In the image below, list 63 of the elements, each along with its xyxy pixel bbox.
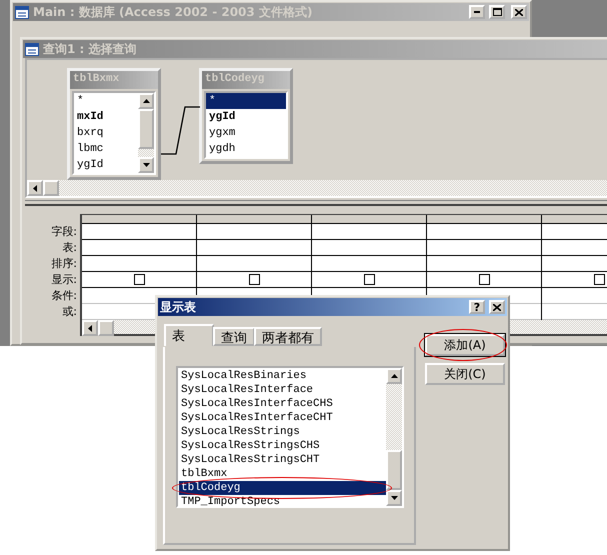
tab[interactable]: 两者都有 xyxy=(254,327,322,346)
checkbox[interactable] xyxy=(478,274,490,285)
maximize-icon xyxy=(492,8,502,16)
tab[interactable]: 查询 xyxy=(213,327,255,346)
scroll-thumb[interactable] xyxy=(138,109,154,149)
scroll-arrow-button[interactable] xyxy=(386,490,402,506)
database-icon xyxy=(15,6,29,18)
up-arrow-icon xyxy=(390,374,398,378)
table-name: tblCodeyg xyxy=(202,71,290,89)
down-arrow-icon xyxy=(390,496,398,500)
dialog-title: 显示表 xyxy=(160,298,197,316)
down-arrow-icon xyxy=(142,163,150,167)
left-arrow-icon xyxy=(88,324,92,332)
window-title: 查询1 : 选择查询 xyxy=(43,40,138,58)
scroll-arrow-button[interactable] xyxy=(386,368,402,384)
grid-cell[interactable] xyxy=(427,272,541,288)
column-selector[interactable] xyxy=(312,215,426,224)
scrollbar[interactable] xyxy=(138,93,154,173)
column-selector[interactable] xyxy=(197,215,311,224)
scrollbar[interactable] xyxy=(27,180,607,196)
grid-cell[interactable] xyxy=(197,272,311,288)
maximize-button[interactable] xyxy=(489,5,505,19)
scroll-arrow-button[interactable] xyxy=(138,157,154,173)
close-icon xyxy=(493,304,501,310)
close-button[interactable] xyxy=(511,5,527,19)
dialog-button[interactable]: 关闭(C) xyxy=(425,363,505,385)
column-selector[interactable] xyxy=(82,215,196,224)
table-box[interactable]: tblBxmx * mxId bxrq lbmc ygId xyxy=(67,68,161,180)
scroll-arrow-button[interactable] xyxy=(27,180,43,196)
row-label: 字段: xyxy=(51,224,78,240)
left-arrow-icon xyxy=(33,184,37,192)
scroll-arrow-button[interactable] xyxy=(82,320,98,336)
row-label: 表: xyxy=(62,240,78,256)
checkbox[interactable] xyxy=(594,274,604,285)
list-item[interactable]: tblCodeyg xyxy=(179,481,386,495)
row-label: 排序: xyxy=(51,256,78,272)
grid-cell[interactable] xyxy=(82,272,196,288)
row-label: 条件: xyxy=(51,288,78,304)
grid-cell[interactable] xyxy=(312,272,426,288)
field-item[interactable]: * xyxy=(206,93,286,109)
join-line xyxy=(161,106,201,155)
checkbox[interactable] xyxy=(248,274,260,285)
query-icon xyxy=(25,42,39,56)
table-box[interactable]: tblCodeyg * ygId ygxm ygdh xyxy=(199,68,293,164)
tab[interactable]: 表 xyxy=(164,324,214,346)
help-button[interactable]: ? xyxy=(469,300,485,314)
minimize-icon xyxy=(474,11,480,13)
close-icon xyxy=(515,8,523,16)
scroll-thumb[interactable] xyxy=(43,180,59,196)
row-label: 或: xyxy=(62,304,78,320)
scroll-thumb[interactable] xyxy=(386,450,402,490)
up-arrow-icon xyxy=(142,99,150,103)
column-selector[interactable] xyxy=(427,215,541,224)
minimize-button[interactable] xyxy=(469,5,485,19)
close-button[interactable] xyxy=(489,300,505,314)
checkbox[interactable] xyxy=(134,274,144,285)
scrollbar[interactable] xyxy=(386,368,402,506)
table-name: tblBxmx xyxy=(70,71,158,89)
scroll-thumb[interactable] xyxy=(98,320,114,336)
scroll-arrow-button[interactable] xyxy=(138,93,154,109)
checkbox[interactable] xyxy=(364,274,374,285)
row-label: 显示: xyxy=(51,272,78,288)
dialog-button[interactable]: 添加(A) xyxy=(425,334,505,356)
